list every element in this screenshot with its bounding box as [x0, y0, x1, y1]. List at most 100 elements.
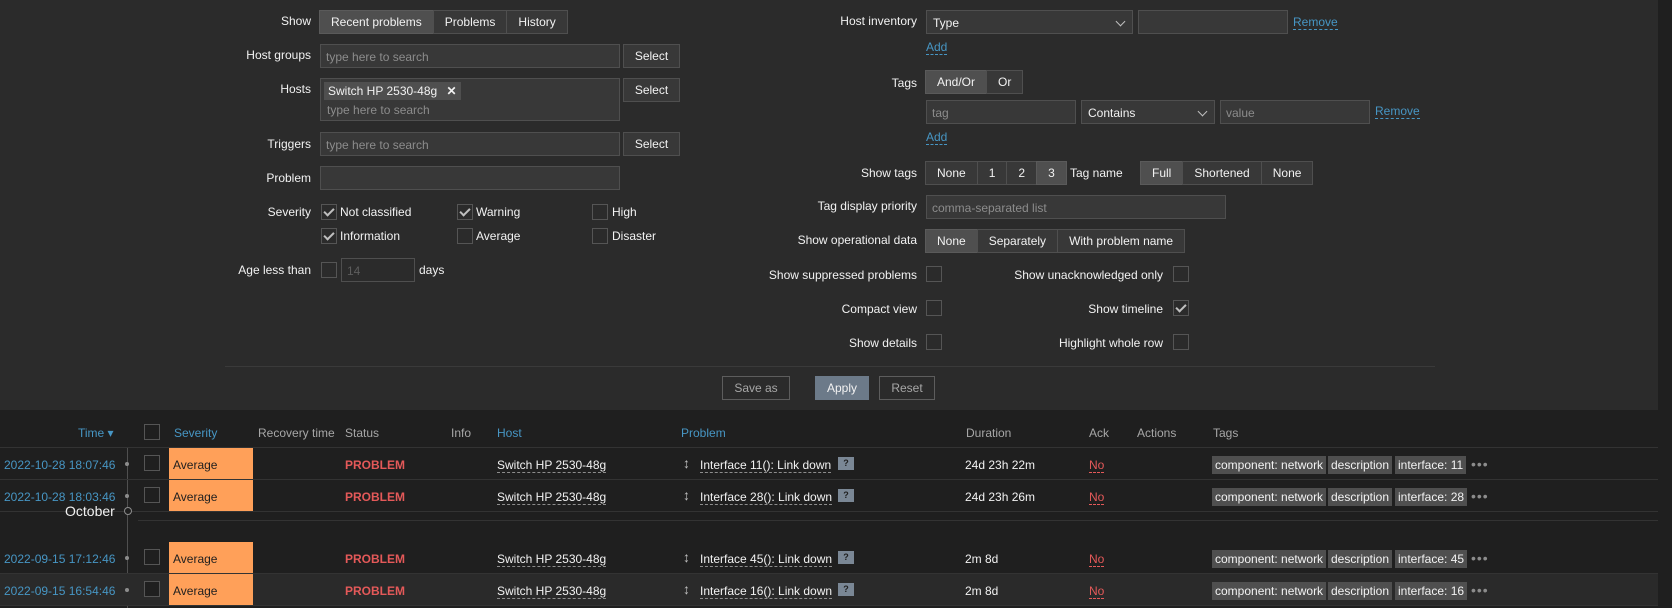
- tag-priority-input[interactable]: comma-separated list: [926, 195, 1226, 219]
- host-groups-label: Host groups: [246, 48, 311, 62]
- severity-disaster-checkbox[interactable]: [592, 228, 608, 244]
- host-link[interactable]: Switch HP 2530-48g: [497, 458, 607, 473]
- more-icon[interactable]: •••: [1471, 582, 1489, 598]
- ack-link[interactable]: No: [1089, 552, 1105, 567]
- op-data-with-problem-name[interactable]: With problem name: [1057, 229, 1186, 253]
- host-link[interactable]: Switch HP 2530-48g: [497, 552, 607, 567]
- help-icon[interactable]: ?: [838, 583, 854, 596]
- severity-not-classified-checkbox[interactable]: [321, 204, 337, 220]
- tag-component[interactable]: component: network: [1212, 456, 1327, 474]
- host-inventory-remove-link[interactable]: Remove: [1293, 15, 1338, 30]
- tag-description[interactable]: description: [1328, 550, 1393, 568]
- show-recent-problems[interactable]: Recent problems: [319, 10, 434, 34]
- severity-cell: Average: [169, 542, 253, 573]
- severity-warning-checkbox[interactable]: [457, 204, 473, 220]
- show-tags-2[interactable]: 2: [1006, 161, 1038, 185]
- problem-link[interactable]: Interface 11(): Link down: [700, 458, 832, 473]
- row-time-link[interactable]: 2022-09-15 17:12:46: [4, 552, 115, 566]
- highlight-row-checkbox[interactable]: [1173, 334, 1189, 350]
- help-icon[interactable]: ?: [838, 457, 854, 470]
- help-icon[interactable]: ?: [838, 551, 854, 564]
- tag-operator-select[interactable]: Contains: [1081, 100, 1215, 124]
- row-time-link[interactable]: 2022-10-28 18:07:46: [4, 458, 115, 472]
- problem-input[interactable]: [320, 166, 620, 190]
- show-tags-3[interactable]: 3: [1036, 161, 1067, 185]
- tag-priority-label: Tag display priority: [817, 199, 917, 213]
- show-timeline-checkbox[interactable]: [1173, 300, 1189, 316]
- col-ack-header: Ack: [1089, 426, 1110, 440]
- tag-interface[interactable]: interface: 11: [1395, 456, 1467, 474]
- severity-average-checkbox[interactable]: [457, 228, 473, 244]
- tag-interface[interactable]: interface: 45: [1395, 550, 1468, 568]
- tag-component[interactable]: component: network: [1212, 550, 1327, 568]
- row-time-link[interactable]: 2022-10-28 18:03:46: [4, 490, 115, 504]
- tag-description[interactable]: description: [1328, 456, 1393, 474]
- op-data-none[interactable]: None: [925, 229, 978, 253]
- age-checkbox[interactable]: [321, 262, 337, 278]
- show-problems[interactable]: Problems: [432, 10, 508, 34]
- tag-remove-link[interactable]: Remove: [1375, 104, 1420, 119]
- row-checkbox[interactable]: [144, 581, 160, 597]
- timeline-dot: [125, 588, 129, 592]
- severity-high-checkbox[interactable]: [592, 204, 608, 220]
- row-time-link[interactable]: 2022-09-15 16:54:46: [4, 584, 115, 598]
- tag-name-input[interactable]: tag: [926, 100, 1076, 124]
- host-groups-input[interactable]: type here to search: [320, 44, 620, 68]
- show-tags-1[interactable]: 1: [976, 161, 1008, 185]
- hosts-search-input[interactable]: type here to search: [324, 100, 616, 117]
- age-days-input[interactable]: 14: [341, 258, 415, 282]
- tags-mode-or[interactable]: Or: [986, 70, 1024, 94]
- apply-button[interactable]: Apply: [815, 376, 869, 400]
- tag-component[interactable]: component: network: [1212, 582, 1327, 600]
- op-data-separately[interactable]: Separately: [976, 229, 1059, 253]
- col-host-header[interactable]: Host: [497, 426, 522, 440]
- problem-link[interactable]: Interface 16(): Link down: [700, 584, 833, 599]
- compact-view-label: Compact view: [841, 302, 917, 316]
- unack-only-label: Show unacknowledged only: [1014, 268, 1163, 282]
- ack-link[interactable]: No: [1089, 584, 1105, 599]
- compact-view-checkbox[interactable]: [926, 300, 942, 316]
- col-severity-header[interactable]: Severity: [174, 426, 217, 440]
- triggers-input[interactable]: type here to search: [320, 132, 620, 156]
- show-details-checkbox[interactable]: [926, 334, 942, 350]
- severity-information-label: Information: [340, 229, 401, 243]
- tag-add-link[interactable]: Add: [926, 130, 948, 145]
- severity-information-checkbox[interactable]: [321, 228, 337, 244]
- host-groups-select-button[interactable]: Select: [623, 44, 680, 68]
- tag-name-full[interactable]: Full: [1140, 161, 1184, 185]
- tag-name-none[interactable]: None: [1260, 161, 1314, 185]
- severity-cell: Average: [169, 448, 253, 479]
- host-inventory-add-link[interactable]: Add: [926, 40, 948, 55]
- reset-button[interactable]: Reset: [879, 376, 935, 400]
- row-checkbox[interactable]: [144, 455, 160, 471]
- host-inventory-type-select[interactable]: Type: [926, 10, 1133, 34]
- save-as-button[interactable]: Save as: [722, 376, 790, 400]
- row-checkbox[interactable]: [144, 549, 160, 565]
- host-link[interactable]: Switch HP 2530-48g: [497, 584, 607, 599]
- col-problem-header[interactable]: Problem: [681, 426, 726, 440]
- show-history[interactable]: History: [506, 10, 568, 34]
- tag-value-input[interactable]: value: [1220, 100, 1370, 124]
- op-data-label: Show operational data: [797, 233, 917, 247]
- col-time-header[interactable]: Time ▾: [78, 426, 114, 440]
- host-inventory-type-value: Type: [933, 16, 960, 30]
- tags-mode-segmented: And/Or Or: [925, 70, 1024, 94]
- unack-only-checkbox[interactable]: [1173, 266, 1189, 282]
- host-inventory-value-input[interactable]: [1138, 10, 1288, 34]
- problem-link[interactable]: Interface 45(): Link down: [700, 552, 833, 567]
- tag-description[interactable]: description: [1328, 582, 1393, 600]
- show-suppressed-checkbox[interactable]: [926, 266, 942, 282]
- show-tags-none[interactable]: None: [925, 161, 978, 185]
- tag-name-shortened[interactable]: Shortened: [1182, 161, 1262, 185]
- hosts-select-button[interactable]: Select: [623, 78, 680, 102]
- tags-mode-andor[interactable]: And/Or: [925, 70, 988, 94]
- hosts-multiselect[interactable]: Switch HP 2530-48g ✕ type here to search: [320, 78, 620, 121]
- more-icon[interactable]: •••: [1471, 550, 1489, 566]
- select-all-checkbox[interactable]: [144, 424, 160, 440]
- updown-arrow-icon: ↕: [683, 549, 690, 565]
- more-icon[interactable]: •••: [1471, 456, 1489, 472]
- ack-link[interactable]: No: [1089, 458, 1105, 473]
- tag-interface[interactable]: interface: 16: [1395, 582, 1468, 600]
- triggers-select-button[interactable]: Select: [623, 132, 680, 156]
- close-icon[interactable]: ✕: [447, 84, 457, 98]
